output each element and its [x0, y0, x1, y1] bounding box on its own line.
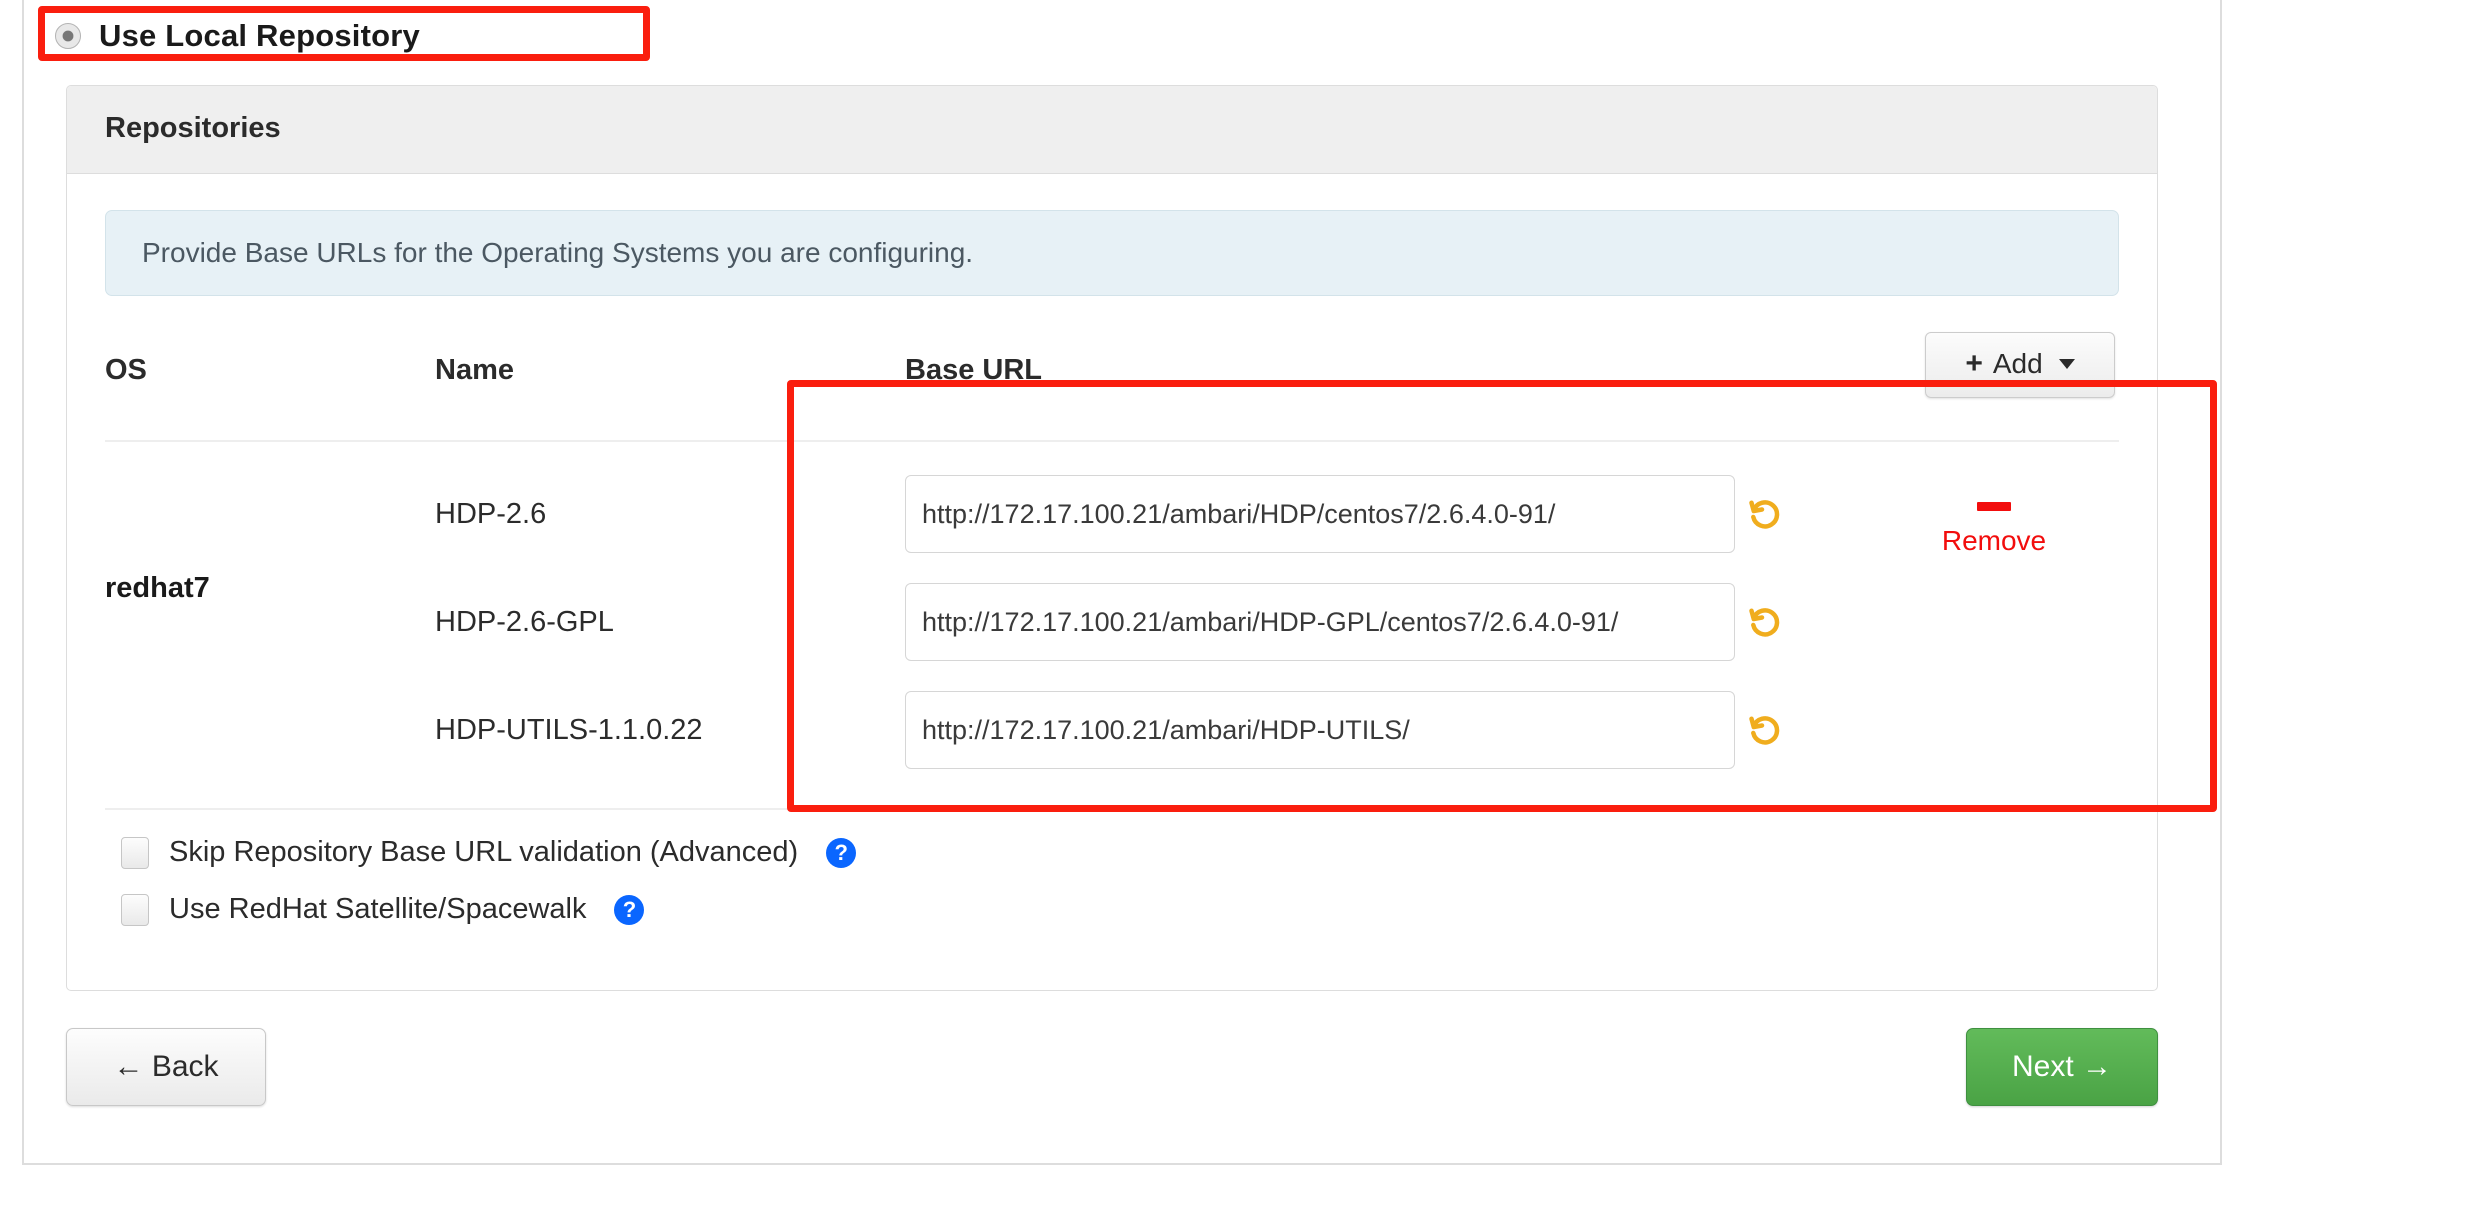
use-redhat-satellite-checkbox[interactable]	[121, 893, 149, 926]
minus-icon	[1977, 502, 2011, 511]
undo-reset-icon[interactable]	[1747, 604, 1783, 640]
base-url-row	[905, 676, 1869, 784]
radio-selected-icon[interactable]	[55, 23, 81, 49]
plus-icon: +	[1965, 347, 1983, 380]
base-url-input[interactable]	[905, 691, 1735, 769]
chevron-down-icon	[2058, 359, 2075, 369]
use-redhat-satellite-label: Use RedHat Satellite/Spacewalk	[169, 893, 587, 925]
repositories-panel-body: Provide Base URLs for the Operating Syst…	[67, 174, 2157, 990]
skip-repository-validation-label: Skip Repository Base URL validation (Adv…	[169, 836, 799, 868]
column-header-base-url: Base URL	[905, 354, 1042, 386]
page-title: Repositories	[105, 112, 281, 144]
next-button[interactable]: Next →	[1966, 1028, 2158, 1106]
options-checkbox-group: Skip Repository Base URL validation (Adv…	[105, 810, 2119, 960]
undo-reset-icon[interactable]	[1747, 496, 1783, 532]
help-circle-icon[interactable]: ?	[826, 837, 857, 868]
add-repository-label: Add	[1992, 348, 2043, 379]
skip-repository-validation-row: Skip Repository Base URL validation (Adv…	[121, 836, 2119, 869]
repository-name-column: HDP-2.6 HDP-2.6-GPL HDP-UTILS-1.1.0.22	[435, 460, 905, 784]
skip-repository-validation-checkbox[interactable]	[121, 836, 149, 869]
repository-name: HDP-UTILS-1.1.0.22	[435, 713, 703, 746]
table-header-row: OS Name Base URL + Add	[105, 324, 2119, 442]
table-row: redhat7 HDP-2.6 HDP-2.6-GPL HDP-UTILS-1.…	[105, 442, 2119, 810]
base-url-input[interactable]	[905, 583, 1735, 661]
use-local-repository-option[interactable]: Use Local Repository	[55, 18, 420, 54]
remove-repository-label: Remove	[1941, 525, 2047, 556]
column-header-os: OS	[105, 354, 147, 386]
repositories-panel-header: Repositories	[67, 86, 2157, 174]
base-url-row	[905, 568, 1869, 676]
base-url-input[interactable]	[905, 475, 1735, 553]
undo-reset-icon[interactable]	[1747, 712, 1783, 748]
repository-name: HDP-2.6	[435, 497, 547, 530]
remove-repository-button[interactable]: Remove	[1869, 460, 2119, 784]
base-url-column	[905, 460, 1869, 784]
use-redhat-satellite-row: Use RedHat Satellite/Spacewalk ?	[121, 893, 2119, 926]
add-repository-button[interactable]: + Add	[1925, 332, 2115, 398]
base-url-row	[905, 460, 1869, 568]
back-button[interactable]: ← Back	[66, 1028, 266, 1106]
use-local-repository-label: Use Local Repository	[99, 18, 420, 53]
wizard-footer: ← Back Next →	[66, 1028, 2158, 1128]
repository-name: HDP-2.6-GPL	[435, 605, 614, 638]
help-circle-icon[interactable]: ?	[614, 894, 645, 925]
column-header-name: Name	[435, 354, 514, 386]
repositories-table: OS Name Base URL + Add redhat7 HDP-2.6 H…	[105, 324, 2119, 810]
os-cell: redhat7	[105, 572, 210, 604]
repositories-panel: Repositories Provide Base URLs for the O…	[66, 85, 2158, 991]
info-banner: Provide Base URLs for the Operating Syst…	[105, 210, 2119, 296]
